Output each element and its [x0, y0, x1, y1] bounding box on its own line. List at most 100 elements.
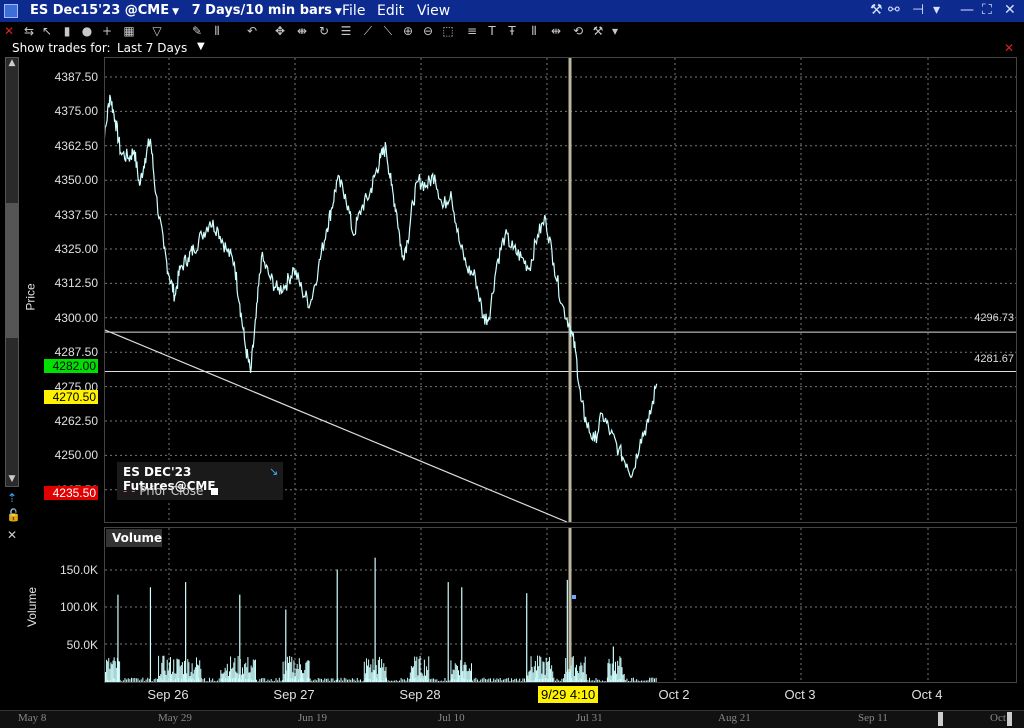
- price-tick: 4312.50: [54, 276, 98, 291]
- volume-chart-svg[interactable]: [105, 528, 1016, 682]
- arrows-icon[interactable]: ⇆: [22, 24, 36, 38]
- price-series-line: [105, 94, 658, 479]
- time-navigator[interactable]: May 8 May 29 Jun 19 Jul 10 Jul 31 Aug 21 Sep 1…: [0, 710, 1024, 728]
- app-icon: [4, 4, 18, 18]
- fib-icon[interactable]: ≡: [465, 24, 479, 38]
- navigator-label: Sep 11: [858, 712, 888, 724]
- chart-toolbar: ✕ ⇆ ↖ ▮ ● + ▦ ▽ ✎ ⦀ ↶ ✥ ⇼ ↻ ☰ ⟋ ⟍ ⊕ ⊖ ⬚ …: [0, 22, 1024, 40]
- pencil-icon[interactable]: ✎: [190, 24, 204, 38]
- volume-tick: 50.0K: [66, 638, 98, 652]
- price-tick: 4350.00: [54, 173, 98, 188]
- menu-edit[interactable]: Edit: [377, 3, 404, 19]
- scroll-up-icon[interactable]: ▲: [6, 58, 18, 70]
- select-icon[interactable]: ⬚: [441, 24, 455, 38]
- menu-view[interactable]: View: [417, 3, 450, 19]
- cycle-icon[interactable]: ⟲: [571, 24, 585, 38]
- minimize-icon[interactable]: —: [960, 2, 974, 18]
- price-tick: 4387.50: [54, 70, 98, 84]
- legend-item: - - Prior Close: [123, 484, 219, 498]
- text-icon[interactable]: T: [485, 24, 499, 38]
- lock-icon[interactable]: 🔓: [6, 508, 21, 522]
- price-chart-svg[interactable]: [105, 58, 1016, 522]
- price-tick: 4287.50: [54, 345, 98, 360]
- link-icon[interactable]: ⚯: [888, 2, 900, 18]
- time-tick: Sep 28: [399, 687, 441, 702]
- refresh-icon[interactable]: ↻: [317, 24, 331, 38]
- vertical-bars-icon[interactable]: ⫴: [527, 24, 541, 38]
- menu-file[interactable]: File: [342, 3, 365, 19]
- legend-menu-icon[interactable]: ↘: [269, 465, 278, 478]
- chart-legend[interactable]: ES DEC'23 Futures@CME ↘ - - Prior Close: [117, 462, 283, 500]
- trades-filter-select[interactable]: Last 7 Days: [117, 41, 187, 55]
- price-tick: 4250.00: [54, 448, 98, 463]
- close-icon[interactable]: ✕: [1004, 2, 1016, 18]
- upper-line-label: 4296.73: [974, 312, 1014, 324]
- contract-name[interactable]: ES Dec15'23 @CME: [30, 3, 169, 18]
- price-tick: 4325.00: [54, 242, 98, 256]
- window-title[interactable]: ES Dec15'23 @CME ▼ 7 Days/10 min bars ▼: [30, 3, 342, 18]
- close-x-icon[interactable]: ✕: [2, 24, 16, 38]
- split-icon[interactable]: ⇹: [549, 24, 563, 38]
- price-tag-red: 4235.50: [44, 486, 98, 500]
- plus-icon[interactable]: +: [100, 24, 114, 38]
- tools-icon[interactable]: ⚒: [591, 24, 605, 38]
- scroll-down-icon[interactable]: ▼: [6, 474, 18, 486]
- cursor-marker: [572, 595, 576, 599]
- price-tick: 4300.00: [54, 310, 98, 325]
- price-tick: 4262.50: [54, 414, 98, 428]
- move-icon[interactable]: ✥: [273, 24, 287, 38]
- time-tick: Oct 3: [784, 687, 816, 702]
- chevron-down-icon[interactable]: ▼: [197, 41, 205, 52]
- grid-icon[interactable]: ▦: [122, 24, 136, 38]
- text-box-icon[interactable]: Ŧ: [505, 24, 519, 38]
- pin-icon[interactable]: ⊣: [912, 2, 924, 18]
- cursor-icon[interactable]: ↖: [40, 24, 54, 38]
- volume-tick: 150.0K: [59, 563, 98, 577]
- bars-icon[interactable]: ⦀: [210, 24, 224, 38]
- layers-icon[interactable]: ☰: [339, 24, 353, 38]
- price-tag-yellow: 4270.50: [44, 390, 98, 404]
- navigator-handle-left[interactable]: [938, 712, 943, 726]
- trades-filter-bar: Show trades for: Last 7 Days ▼ ✕: [0, 40, 1024, 56]
- navigator-label: May 8: [18, 712, 47, 724]
- price-tick: 4375.00: [54, 104, 98, 119]
- dashed-line-icon: - -: [123, 484, 136, 498]
- trades-filter-label: Show trades for:: [12, 41, 111, 55]
- fit-icon[interactable]: ⇼: [295, 24, 309, 38]
- navigator-label: May 29: [158, 712, 192, 724]
- wrench-icon[interactable]: ⚒: [870, 2, 883, 18]
- more-icon[interactable]: ▾: [608, 24, 622, 38]
- navigator-handle-right[interactable]: [1007, 712, 1012, 726]
- legend-square-icon[interactable]: [211, 488, 219, 495]
- circle-icon[interactable]: ●: [80, 24, 94, 38]
- close-pane-icon[interactable]: ✕: [7, 528, 17, 542]
- ray-icon[interactable]: ⟍: [381, 24, 395, 38]
- title-bar: ES Dec15'23 @CME ▼ 7 Days/10 min bars ▼ Fi…: [0, 0, 1024, 22]
- scroll-thumb[interactable]: [6, 203, 18, 338]
- vertical-scrollbar[interactable]: ▲ ▼: [5, 57, 19, 487]
- crosshair-icon[interactable]: ▮: [60, 24, 74, 38]
- chevron-down-icon[interactable]: ▼: [335, 7, 342, 17]
- trendline-icon[interactable]: ⟋: [361, 24, 375, 38]
- price-tick: 4337.50: [54, 207, 98, 222]
- dropdown-icon[interactable]: ▾: [933, 2, 940, 18]
- volume-panel-title: Volume: [106, 529, 162, 547]
- time-tick: Sep 27: [273, 687, 315, 702]
- time-tick: Oct 4: [911, 687, 943, 702]
- pin-bar-icon[interactable]: ⇡: [7, 491, 17, 505]
- period-selector[interactable]: 7 Days/10 min bars: [192, 3, 332, 18]
- chevron-down-icon[interactable]: ▼: [172, 7, 179, 17]
- volume-tick: 100.0K: [59, 600, 98, 614]
- time-tick: Oct 2: [658, 687, 690, 702]
- close-panel-icon[interactable]: ✕: [1004, 41, 1014, 55]
- lower-line-label: 4281.67: [974, 353, 1014, 365]
- zoom-out-icon[interactable]: ⊖: [421, 24, 435, 38]
- undo-icon[interactable]: ↶: [245, 24, 259, 38]
- legend-item-label: Prior Close: [139, 484, 204, 498]
- navigator-label: Jun 19: [298, 712, 328, 724]
- price-chart-area[interactable]: 4296.73 4281.67: [104, 57, 1017, 523]
- zoom-in-icon[interactable]: ⊕: [401, 24, 415, 38]
- volume-chart-area[interactable]: [104, 527, 1017, 683]
- maximize-icon[interactable]: ⛶: [982, 2, 992, 18]
- triangle-icon[interactable]: ▽: [150, 24, 164, 38]
